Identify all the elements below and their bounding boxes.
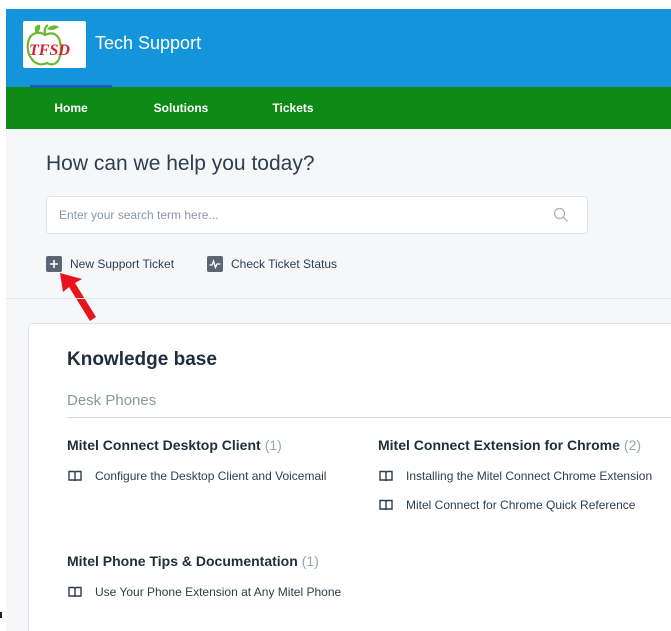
logo-text: TFSD — [29, 42, 70, 59]
article-link[interactable]: Mitel Connect for Chrome Quick Reference — [378, 498, 652, 512]
folder-name: Mitel Connect Extension for Chrome — [378, 437, 620, 453]
article-link[interactable]: Use Your Phone Extension at Any Mitel Ph… — [67, 585, 341, 599]
folder-count: (1) — [264, 437, 282, 453]
article-title: Installing the Mitel Connect Chrome Exte… — [406, 469, 653, 483]
app-frame: TFSD Tech Support Home Solutions Tickets… — [6, 9, 671, 631]
book-icon — [379, 499, 393, 511]
folder-title[interactable]: Mitel Connect Extension for Chrome (2) — [378, 437, 652, 453]
folder-title[interactable]: Mitel Phone Tips & Documentation (1) — [67, 553, 341, 569]
folder-name: Mitel Phone Tips & Documentation — [67, 553, 298, 569]
category-underline — [67, 417, 671, 418]
article-title: Use Your Phone Extension at Any Mitel Ph… — [95, 585, 342, 599]
header-bar: TFSD Tech Support — [6, 9, 671, 87]
folder-count: (2) — [623, 437, 642, 453]
nav-home[interactable]: Home — [30, 85, 112, 129]
nav-tickets[interactable]: Tickets — [263, 87, 323, 129]
folder-name: Mitel Connect Desktop Client — [67, 437, 261, 453]
knowledge-base-card: Knowledge base Desk Phones Mitel Connect… — [28, 323, 671, 631]
book-icon — [379, 470, 393, 482]
apple-logo-icon: TFSD — [26, 24, 70, 66]
page-title: How can we help you today? — [46, 152, 315, 175]
search-icon[interactable] — [553, 207, 569, 223]
article-title: Configure the Desktop Client and Voicema… — [95, 469, 327, 483]
folder-desktop-client: Mitel Connect Desktop Client (1) Configur… — [67, 437, 326, 483]
article-title: Mitel Connect for Chrome Quick Reference — [406, 498, 636, 512]
folder-title[interactable]: Mitel Connect Desktop Client (1) — [67, 437, 326, 453]
tfsd-logo[interactable]: TFSD — [23, 21, 86, 68]
knowledge-base-title: Knowledge base — [67, 349, 217, 370]
folder-count: (1) — [301, 553, 319, 569]
status-pulse-icon — [207, 256, 223, 272]
folder-phone-tips: Mitel Phone Tips & Documentation (1) Use … — [67, 553, 341, 599]
main-nav: Home Solutions Tickets — [6, 85, 671, 129]
category-desk-phones[interactable]: Desk Phones — [67, 392, 156, 409]
search-input[interactable] — [59, 197, 539, 233]
article-link[interactable]: Installing the Mitel Connect Chrome Exte… — [378, 469, 652, 483]
edge-mark — [0, 612, 2, 618]
search-box — [46, 196, 588, 234]
folder-chrome-extension: Mitel Connect Extension for Chrome (2) In… — [378, 437, 652, 512]
section-divider — [6, 298, 671, 299]
article-link[interactable]: Configure the Desktop Client and Voicema… — [67, 469, 326, 483]
site-title[interactable]: Tech Support — [95, 33, 201, 54]
nav-solutions[interactable]: Solutions — [146, 87, 216, 129]
book-icon — [68, 586, 82, 598]
red-arrow-icon — [60, 273, 96, 321]
check-ticket-status-button[interactable]: Check Ticket Status — [207, 255, 337, 273]
check-ticket-status-label: Check Ticket Status — [231, 257, 338, 271]
book-icon — [68, 470, 82, 482]
